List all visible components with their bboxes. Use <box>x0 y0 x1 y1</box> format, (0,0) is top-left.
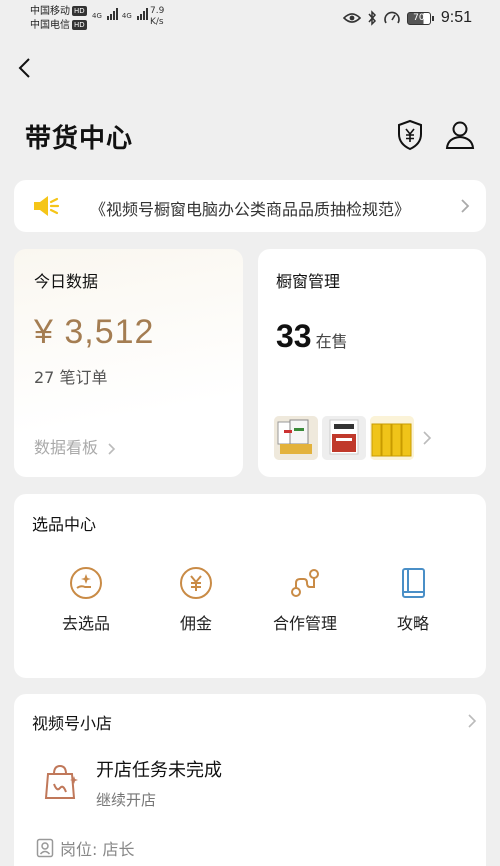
speed-value: 7.9 <box>150 6 165 16</box>
guide-label: 攻略 <box>396 614 429 633</box>
signal-icons: 4G 4G <box>92 8 148 20</box>
shop-task-title[interactable]: 开店任务未完成 <box>96 756 222 782</box>
dashboard-link[interactable]: 数据看板 <box>34 434 117 458</box>
carrier-2: 中国电信 <box>30 20 70 31</box>
today-amount: ¥ 3,512 <box>34 313 155 351</box>
carrier-1: 中国移动 <box>30 6 70 17</box>
eye-icon <box>342 13 361 23</box>
cooperation-icon <box>291 569 319 597</box>
status-bar: 中国移动 HD 中国电信 HD 4G 4G 7.9 K/s 70 9:51 <box>0 0 500 38</box>
chevron-right-icon <box>108 442 116 455</box>
today-orders: 27 笔订单 <box>34 368 108 387</box>
product-thumbnail[interactable] <box>322 416 366 460</box>
speed-gauge-icon <box>384 11 400 24</box>
network-speed: 7.9 K/s <box>150 6 164 28</box>
onsale-label: 在售 <box>315 332 348 351</box>
shop-bag-icon <box>44 764 78 799</box>
status-right: 70 9:51 <box>342 9 472 27</box>
chevron-right-icon[interactable] <box>466 712 478 730</box>
signal-icon <box>136 8 148 20</box>
onsale-number: 33 <box>276 318 312 354</box>
chevron-right-icon[interactable] <box>422 430 432 446</box>
bluetooth-icon <box>368 10 376 26</box>
signal-icon <box>106 8 118 20</box>
role-info: 岗位: 店长 <box>36 836 134 860</box>
role-text: 岗位: 店长 <box>60 840 135 859</box>
guide-button[interactable]: 攻略 <box>368 566 458 634</box>
showcase-title: 橱窗管理 <box>276 272 341 291</box>
carrier-info: 中国移动 HD 中国电信 HD <box>30 5 87 33</box>
clock: 9:51 <box>440 9 472 26</box>
today-data-title: 今日数据 <box>34 272 99 291</box>
page-title: 带货中心 <box>25 124 134 154</box>
cooperation-label: 合作管理 <box>272 614 337 633</box>
pick-product-label: 去选品 <box>61 614 110 633</box>
cooperation-button[interactable]: 合作管理 <box>260 566 350 634</box>
user-icon[interactable] <box>444 118 476 152</box>
network-type-2: 4G <box>121 12 132 20</box>
back-arrow-icon[interactable] <box>14 56 38 80</box>
continue-shop-link[interactable]: 继续开店 <box>96 789 156 810</box>
guide-book-icon <box>402 568 425 598</box>
pick-product-icon <box>70 567 102 599</box>
hd-badge: HD <box>72 20 87 30</box>
yen-coin-icon <box>180 567 212 599</box>
hd-badge: HD <box>72 6 87 16</box>
commission-label: 佣金 <box>179 614 212 633</box>
product-thumbnail[interactable] <box>370 416 414 460</box>
notice-text[interactable]: 《视频号橱窗电脑办公类商品品质抽检规范》 <box>90 196 410 220</box>
notice-banner[interactable]: 《视频号橱窗电脑办公类商品品质抽检规范》 <box>14 180 486 232</box>
pick-product-button[interactable]: 去选品 <box>41 566 131 634</box>
commission-button[interactable]: 佣金 <box>151 566 241 634</box>
product-image-3 <box>370 416 414 460</box>
chevron-right-icon <box>461 199 470 213</box>
product-image-1 <box>274 416 318 460</box>
network-type-1: 4G <box>92 12 102 20</box>
onsale-count: 33 在售 <box>276 318 348 355</box>
shield-yen-icon[interactable] <box>394 118 426 152</box>
video-shop-title: 视频号小店 <box>32 714 113 733</box>
battery-icon: 70 <box>406 11 434 25</box>
badge-icon <box>36 838 54 858</box>
speed-unit: K/s <box>150 17 164 27</box>
speaker-icon <box>34 196 60 216</box>
dashboard-link-label[interactable]: 数据看板 <box>34 438 98 457</box>
product-thumbnail[interactable] <box>274 416 318 460</box>
product-image-2 <box>322 416 366 460</box>
selection-center-title: 选品中心 <box>32 515 97 534</box>
